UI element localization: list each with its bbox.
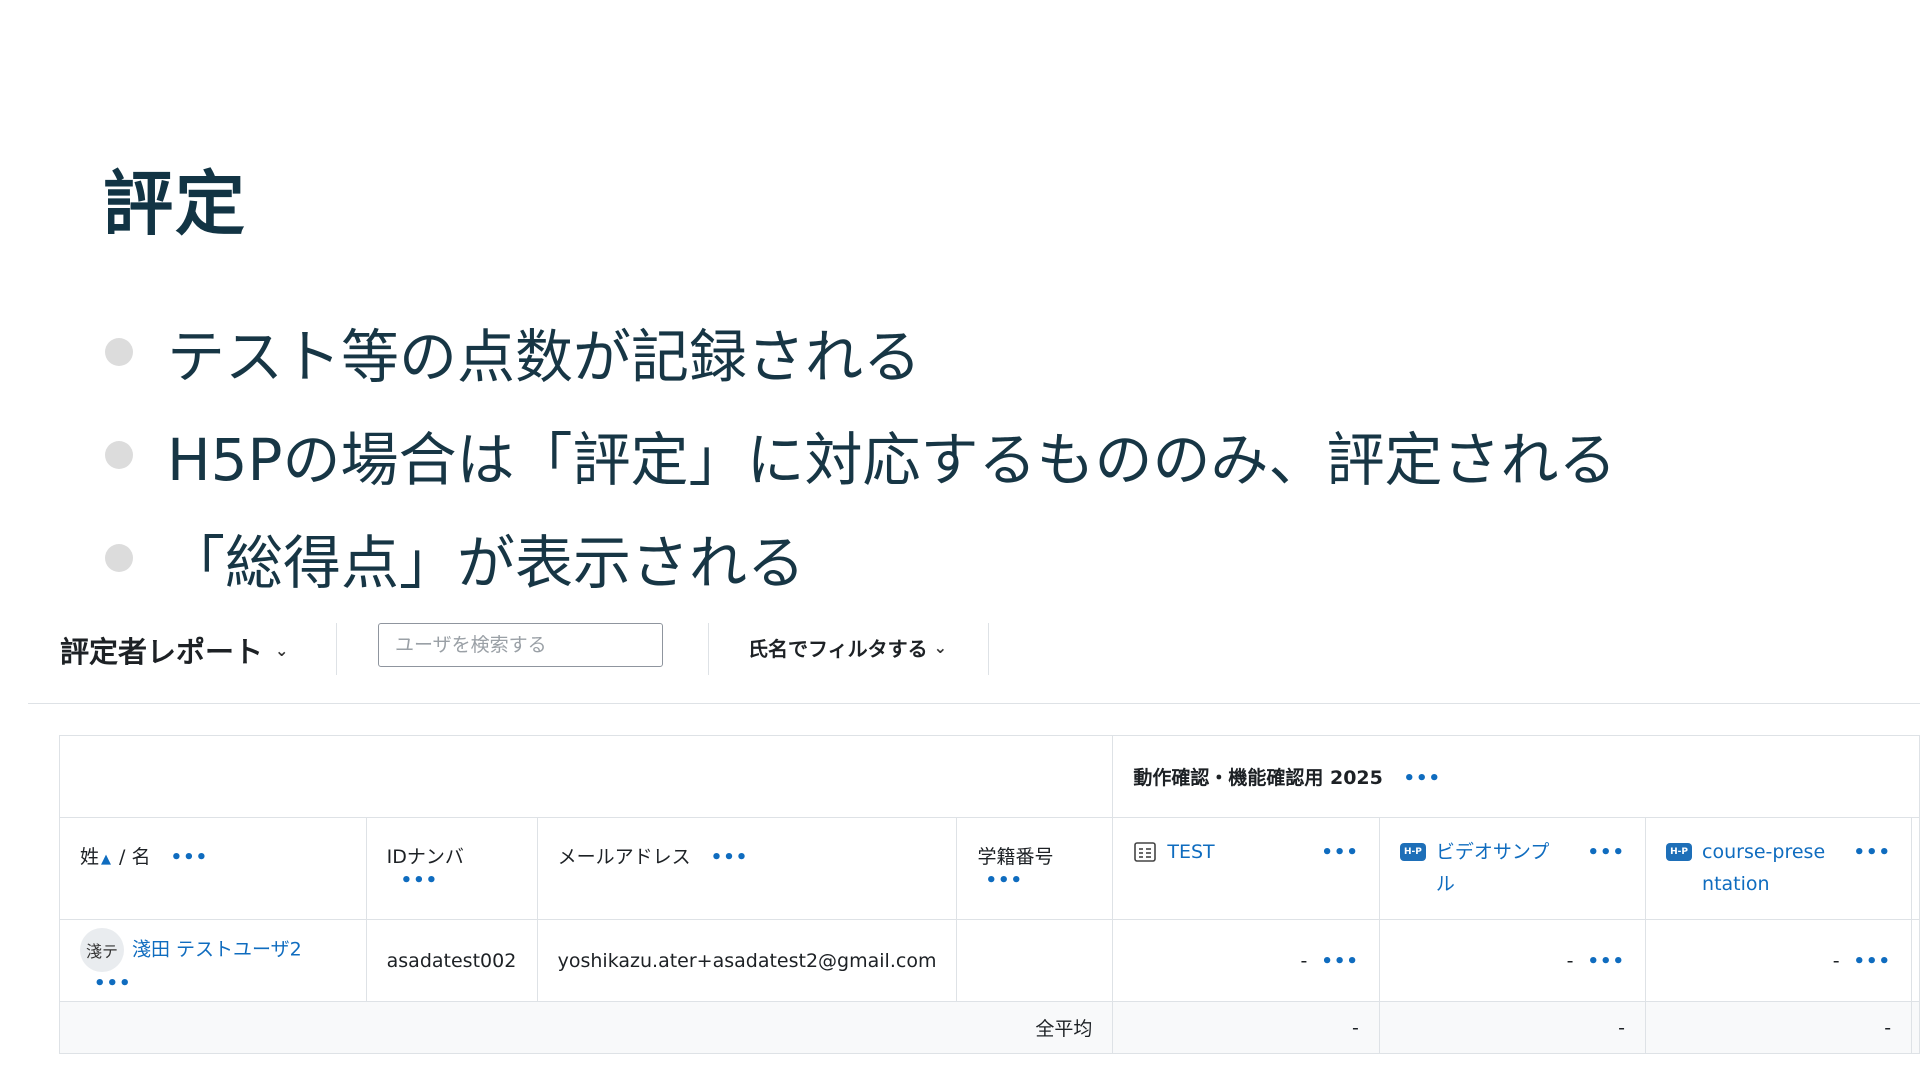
sort-ascending-icon: ▲ — [101, 852, 112, 867]
bullet-item: H5Pの場合は「評定」に対応するもののみ、評定される — [105, 403, 1617, 506]
email-column-header: メールアドレス ••• — [536, 817, 958, 920]
grade-item-header: H-P ビデオサンプル ••• — [1378, 817, 1647, 920]
chevron-down-icon: ⌄ — [275, 640, 289, 660]
name-column-menu[interactable]: ••• — [171, 847, 209, 868]
bullet-item: テスト等の点数が記録される — [105, 300, 1617, 403]
email-column-menu[interactable]: ••• — [711, 847, 749, 868]
grade-item-menu[interactable]: ••• — [1588, 842, 1626, 863]
column-header-row: 姓 ▲ / 名 ••• IDナンバ ••• メールアドレス ••• 学籍番号 ••… — [59, 817, 1920, 920]
name-filter-button[interactable]: 氏名でフィルタする ⌄ — [748, 633, 947, 662]
table-row: 淺テ 淺田 テストユーザ2 ••• asadatest002 yoshikazu.… — [59, 919, 1920, 1002]
bullet-dot — [105, 337, 133, 366]
bullet-dot — [105, 543, 133, 572]
grade-value: - — [1832, 949, 1840, 972]
grade-cell-menu[interactable]: ••• — [1321, 951, 1359, 972]
email-cell: yoshikazu.ater+asadatest2@gmail.com — [536, 919, 958, 1002]
grade-cell-menu[interactable]: ••• — [1854, 951, 1892, 972]
sort-firstname-link[interactable]: 名 — [132, 846, 151, 868]
name-filter-label: 氏名でフィルタする — [748, 637, 928, 661]
overall-average-label: 全平均 — [58, 1001, 1114, 1054]
average-cell: - — [1112, 1001, 1380, 1054]
grade-cell[interactable]: - ••• — [1645, 919, 1913, 1002]
overflow-cell — [1911, 919, 1920, 1002]
student-no-cell — [956, 919, 1114, 1002]
overall-average-row: 全平均 - - - — [58, 1001, 1920, 1054]
average-cell: - — [1645, 1001, 1913, 1054]
quiz-icon — [1134, 842, 1157, 862]
divider — [708, 623, 709, 675]
student-no-column-menu[interactable]: ••• — [985, 870, 1023, 891]
grade-value: - — [1566, 949, 1574, 972]
sort-lastname-link[interactable]: 姓 — [80, 846, 99, 868]
category-header: 動作確認・機能確認用 2025 ••• — [1112, 735, 1920, 818]
divider — [336, 623, 337, 675]
divider — [988, 623, 989, 675]
h5p-icon: H-P — [1666, 843, 1693, 861]
report-selector[interactable]: 評定者レポート ⌄ — [60, 629, 288, 671]
grade-item-link-presentation[interactable]: course-presentation — [1702, 836, 1832, 900]
grader-report-table: 動作確認・機能確認用 2025 ••• 姓 ▲ / 名 ••• IDナンバ •••… — [58, 735, 1920, 1054]
bullet-item: 「総得点」が表示される — [105, 506, 1617, 609]
user-actions-menu[interactable]: ••• — [94, 973, 132, 994]
grade-item-menu[interactable]: ••• — [1854, 842, 1892, 863]
grade-item-link-test[interactable]: TEST — [1167, 836, 1214, 868]
idnumber-column-header: IDナンバ ••• — [365, 817, 538, 920]
idnumber-cell: asadatest002 — [365, 919, 538, 1002]
user-name-cell: 淺テ 淺田 テストユーザ2 ••• — [59, 919, 367, 1002]
h5p-icon: H-P — [1399, 843, 1426, 861]
grader-toolbar: 評定者レポート ⌄ 氏名でフィルタする ⌄ — [0, 615, 1920, 705]
average-cell: - — [1378, 1001, 1647, 1054]
bullet-text: 「総得点」が表示される — [167, 528, 806, 597]
grade-cell[interactable]: - ••• — [1112, 919, 1380, 1002]
category-title: 動作確認・機能確認用 2025 — [1133, 767, 1383, 789]
grade-value: - — [1300, 949, 1308, 972]
bullet-text: H5Pの場合は「評定」に対応するもののみ、評定される — [167, 425, 1617, 494]
idnumber-column-menu[interactable]: ••• — [401, 870, 439, 891]
student-no-header-label[interactable]: 学籍番号 — [977, 846, 1053, 868]
email-header-label[interactable]: メールアドレス — [558, 846, 691, 868]
bullet-text: テスト等の点数が記録される — [167, 322, 922, 391]
grade-item-header: TEST ••• — [1112, 817, 1380, 920]
user-search-input[interactable] — [378, 623, 663, 667]
grade-cell[interactable]: - ••• — [1378, 919, 1647, 1002]
overflow-cell — [1911, 817, 1920, 920]
grade-item-menu[interactable]: ••• — [1321, 842, 1359, 863]
user-profile-link[interactable]: 淺田 テストユーザ2 — [132, 938, 302, 960]
name-column-header: 姓 ▲ / 名 ••• — [59, 817, 367, 920]
bullet-dot — [105, 440, 133, 469]
bullet-list: テスト等の点数が記録される H5Pの場合は「評定」に対応するもののみ、評定される… — [105, 300, 1617, 609]
grade-item-link-video[interactable]: ビデオサンプル — [1436, 836, 1566, 900]
report-selector-label: 評定者レポート — [60, 635, 264, 669]
student-no-column-header: 学籍番号 ••• — [956, 817, 1114, 920]
empty-header-cell — [58, 735, 1114, 818]
category-actions-menu[interactable]: ••• — [1403, 768, 1441, 789]
chevron-down-icon: ⌄ — [933, 638, 948, 657]
overflow-cell — [1911, 1001, 1920, 1054]
idnumber-header-label[interactable]: IDナンバ — [387, 846, 464, 868]
toolbar-divider — [28, 703, 1920, 704]
grade-cell-menu[interactable]: ••• — [1588, 951, 1626, 972]
grade-item-header: H-P course-presentation ••• — [1645, 817, 1913, 920]
avatar[interactable]: 淺テ — [80, 927, 124, 972]
category-row: 動作確認・機能確認用 2025 ••• — [58, 735, 1920, 818]
slide-title: 評定 — [103, 163, 247, 245]
